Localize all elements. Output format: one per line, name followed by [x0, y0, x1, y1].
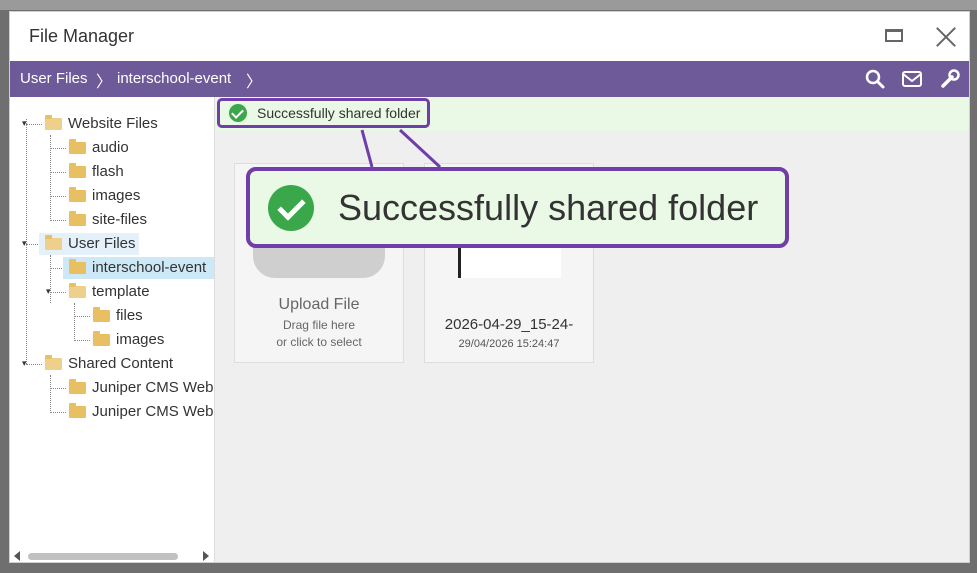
check-circle-icon [268, 184, 314, 231]
notification-zoom-callout: Successfully shared folder [246, 167, 789, 248]
callout-text: Successfully shared folder [338, 186, 759, 228]
callout-connector [360, 128, 442, 169]
